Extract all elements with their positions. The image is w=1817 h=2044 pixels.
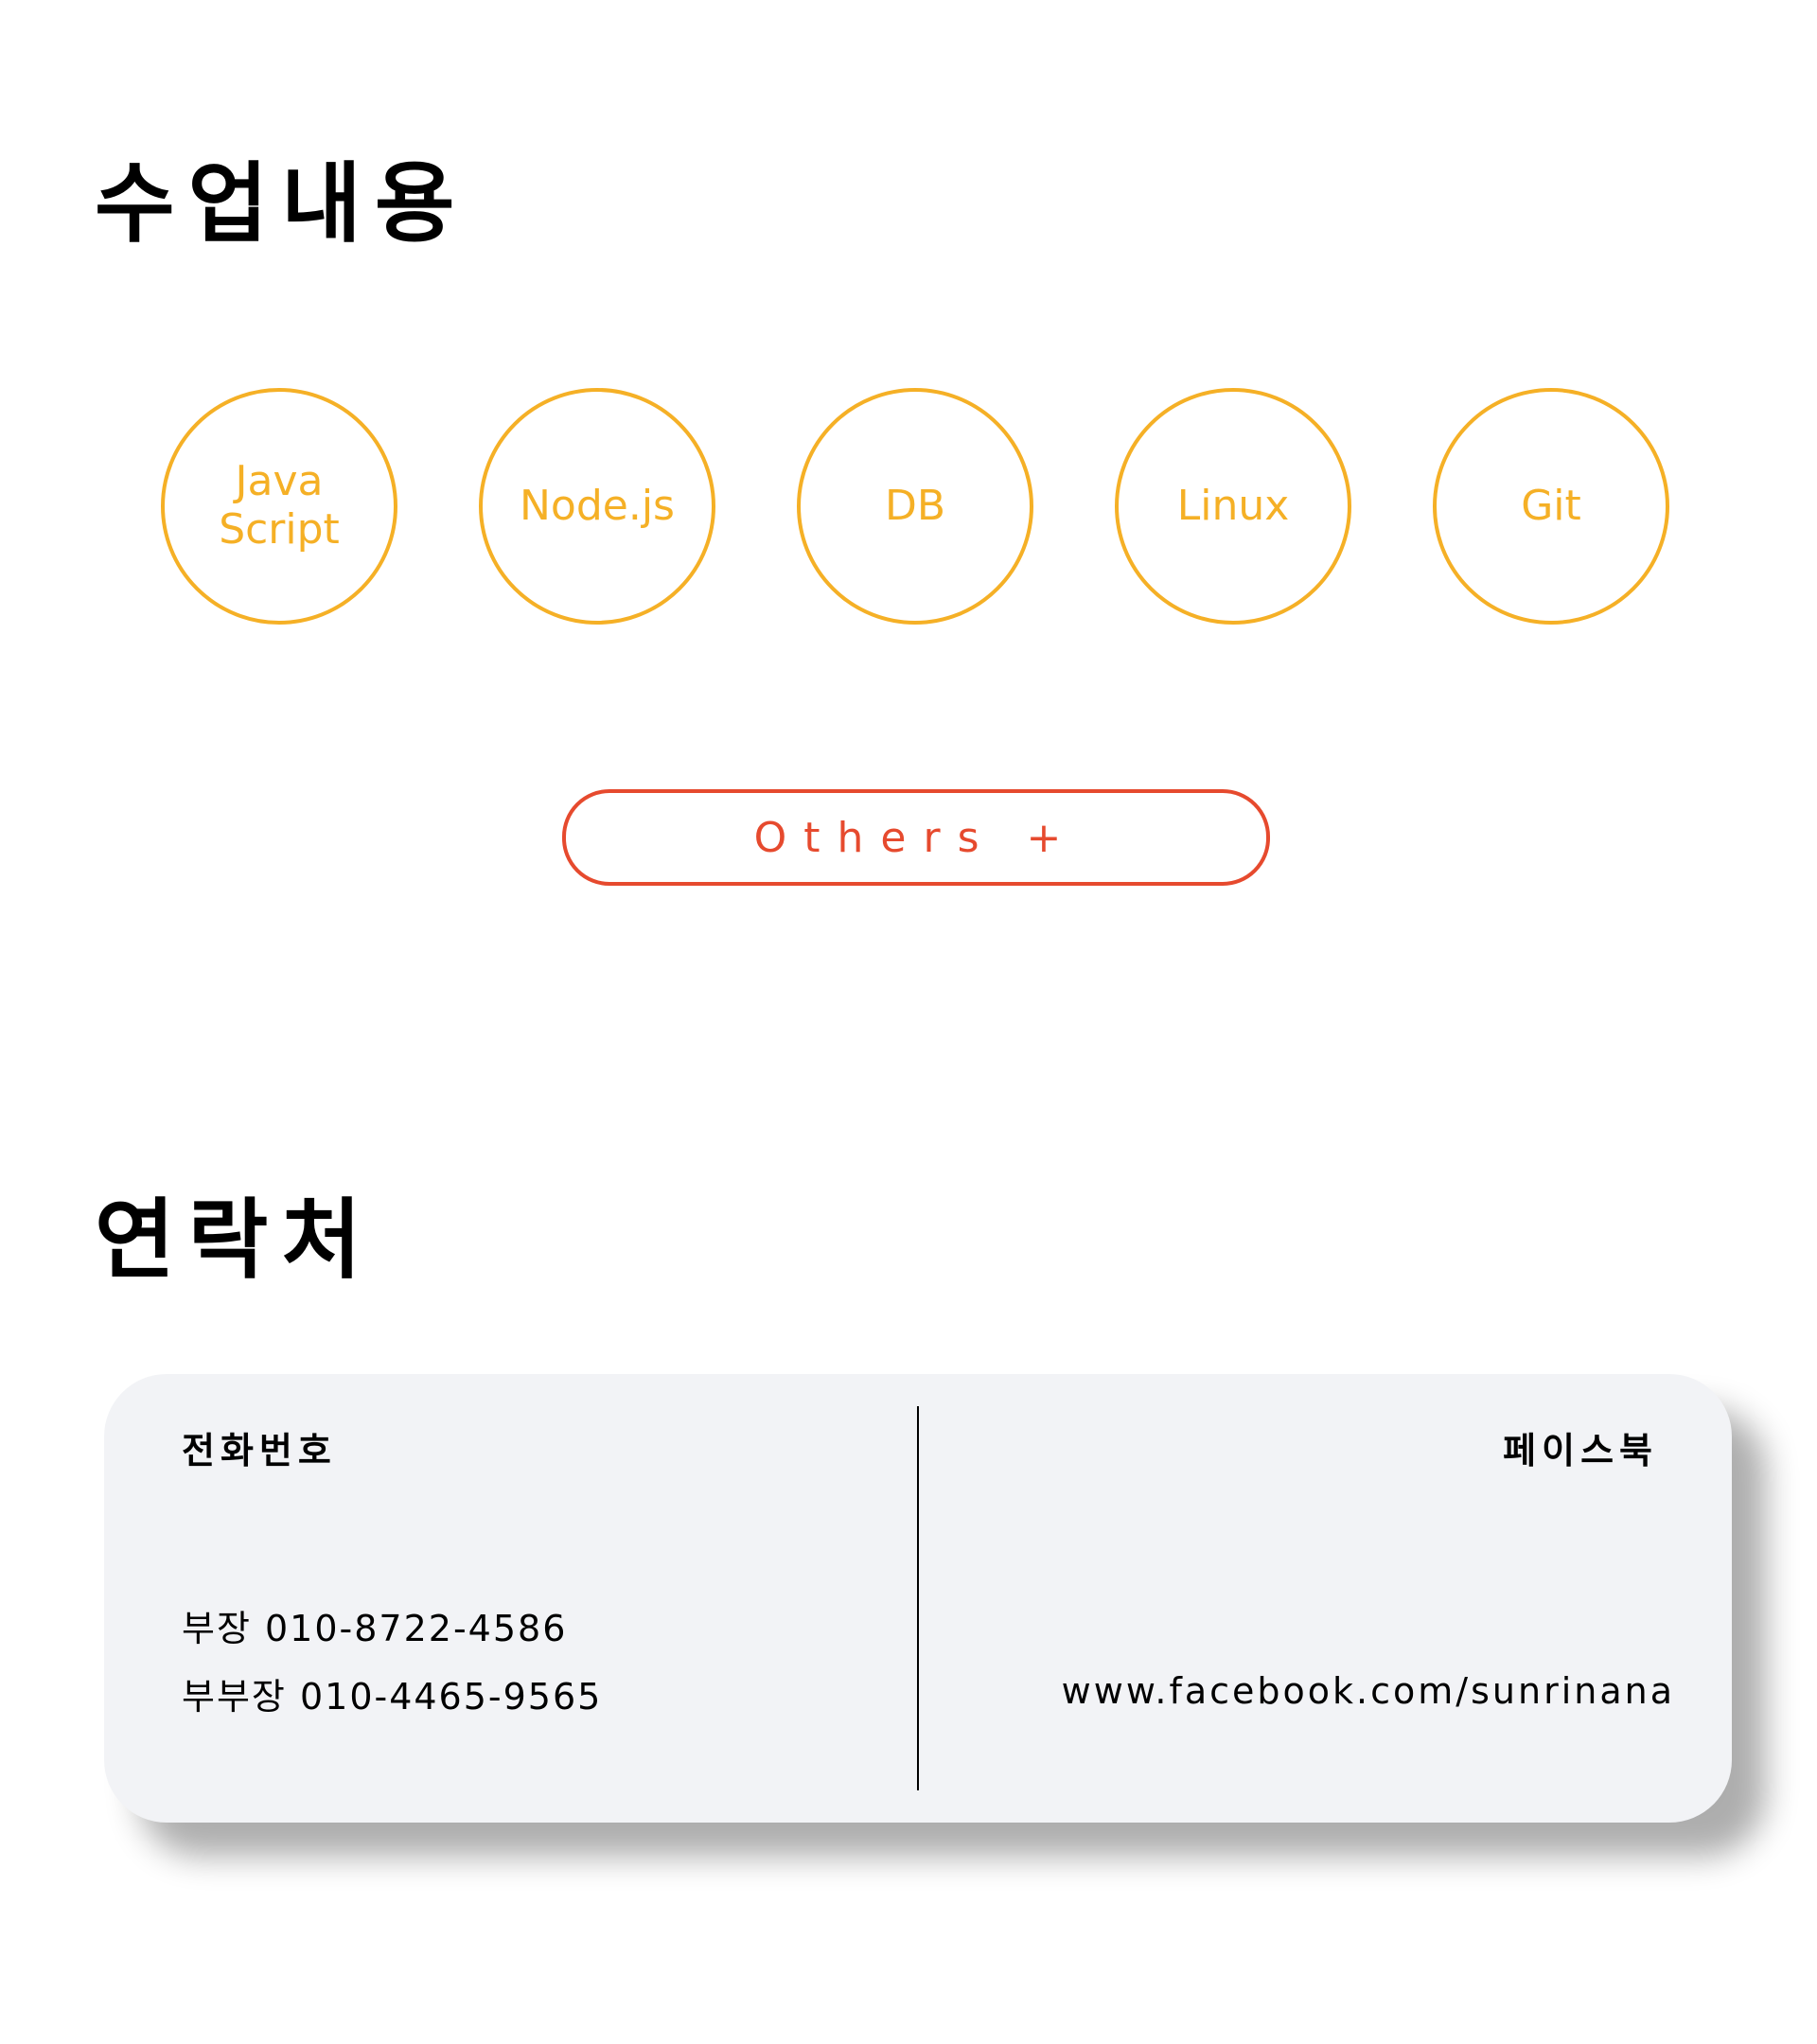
facebook-link[interactable]: www.facebook.com/sunrinana [1062,1673,1675,1709]
section-title-contact: 연락처 [95,1189,375,1291]
others-button[interactable]: Others + [562,789,1270,886]
phone-line-president: 부장 010-8722-4586 [182,1608,568,1649]
topic-db[interactable]: DB [797,388,1033,625]
card-divider [917,1406,919,1790]
topic-javascript[interactable]: Java Script [161,388,397,625]
contact-card: 전화번호 부장 010-8722-4586 부부장 010-4465-9565 … [104,1374,1732,1823]
topic-git[interactable]: Git [1433,388,1669,625]
topic-label: Git [1521,481,1581,530]
phone-line-vice-president: 부부장 010-4465-9565 [182,1676,603,1718]
topic-label: DB [884,481,946,530]
topic-linux[interactable]: Linux [1115,388,1351,625]
topic-label: Node.js [520,481,675,530]
topic-label: Linux [1176,481,1290,530]
facebook-label: 페이스북 [1503,1430,1658,1471]
section-title-classes: 수업내용 [95,153,468,255]
topic-label: Java Script [219,457,340,554]
class-topics: Java Script Node.js DB Linux Git [161,388,1669,625]
phone-label: 전화번호 [182,1430,337,1471]
topic-nodejs[interactable]: Node.js [479,388,715,625]
